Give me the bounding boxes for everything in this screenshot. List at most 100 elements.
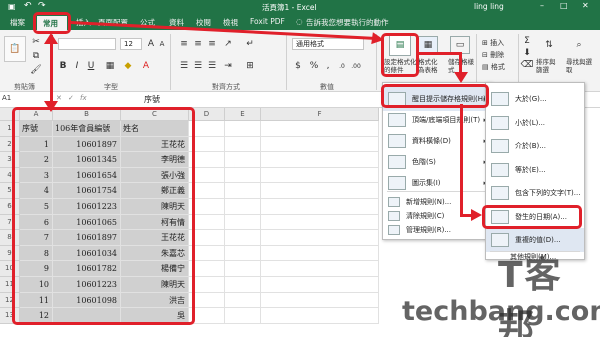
- cond-menu-bottom-item[interactable]: 新增規則(N)...: [383, 195, 491, 209]
- name-box[interactable]: A1: [2, 94, 42, 106]
- save-icon[interactable]: ▣: [8, 2, 16, 11]
- tell-me-box[interactable]: 告訴我您想要執行的動作: [306, 17, 389, 28]
- column-header-e[interactable]: E: [225, 108, 261, 121]
- table-cell[interactable]: [261, 261, 379, 277]
- submenu-item[interactable]: 小於(L)...: [486, 111, 584, 135]
- menu-item-label: 圖示集(I): [412, 179, 441, 187]
- paste-icon[interactable]: 📋: [4, 36, 26, 62]
- sort-filter-icon[interactable]: ⇅: [540, 36, 558, 54]
- table-header-cell[interactable]: [225, 121, 261, 137]
- table-cell[interactable]: [261, 277, 379, 293]
- indent-icon[interactable]: ⇥: [222, 60, 234, 72]
- tab-review[interactable]: 校閱: [196, 17, 211, 28]
- menu-divider: [387, 191, 487, 192]
- align-bottom-icon[interactable]: ≡: [206, 38, 218, 50]
- copy-icon[interactable]: ⧉: [30, 50, 42, 62]
- table-cell[interactable]: [261, 152, 379, 168]
- percent-icon[interactable]: %: [308, 60, 320, 72]
- formula-input[interactable]: 序號: [144, 94, 160, 105]
- table-cell[interactable]: [261, 230, 379, 246]
- close-icon[interactable]: ✕: [582, 1, 589, 10]
- clear-icon[interactable]: ⌫: [521, 60, 534, 70]
- border-icon[interactable]: ▦: [104, 60, 116, 72]
- cond-menu-bottom-item[interactable]: 管理規則(R)...: [383, 223, 491, 237]
- table-cell[interactable]: [225, 152, 261, 168]
- submenu-item[interactable]: 介於(B)...: [486, 134, 584, 158]
- shrink-font-icon[interactable]: A: [157, 38, 167, 50]
- format-as-table-label[interactable]: 格式化為表格: [418, 58, 442, 74]
- table-cell[interactable]: [261, 136, 379, 153]
- table-cell[interactable]: [225, 292, 261, 309]
- table-cell[interactable]: [225, 261, 261, 277]
- merge-center-icon[interactable]: ⊞: [244, 60, 256, 72]
- comma-icon[interactable]: ,: [322, 60, 334, 72]
- find-select-icon[interactable]: ⌕: [570, 36, 588, 54]
- table-cell[interactable]: [225, 214, 261, 231]
- number-format-value: 通用格式: [296, 40, 324, 48]
- sort-filter-label[interactable]: 排序與篩選: [536, 58, 560, 74]
- column-header-f[interactable]: F: [261, 108, 379, 121]
- cut-icon[interactable]: ✂: [30, 36, 42, 48]
- font-size-value: 12: [124, 40, 133, 48]
- fill-color-icon[interactable]: ◆: [122, 60, 134, 72]
- arrow-line: [460, 104, 463, 216]
- table-cell[interactable]: [261, 245, 379, 262]
- table-cell[interactable]: [261, 308, 379, 324]
- autosum-icon[interactable]: Σ: [522, 36, 532, 46]
- table-cell[interactable]: [225, 136, 261, 153]
- bold-icon[interactable]: B: [58, 60, 68, 72]
- fill-icon[interactable]: ⬇: [522, 48, 532, 58]
- font-size-box[interactable]: 12: [120, 38, 142, 50]
- table-cell[interactable]: [261, 214, 379, 231]
- menu-item-icon: [388, 225, 400, 235]
- submenu-item[interactable]: 等於(E)...: [486, 158, 584, 182]
- tab-view[interactable]: 檢視: [223, 17, 238, 28]
- wrap-text-icon[interactable]: ↵: [244, 38, 256, 50]
- increase-decimal-icon[interactable]: .0: [336, 60, 348, 72]
- table-cell[interactable]: [261, 183, 379, 199]
- maximize-icon[interactable]: □: [560, 1, 568, 10]
- align-center-icon[interactable]: ☰: [192, 60, 204, 72]
- undo-icon[interactable]: ↶: [24, 1, 32, 11]
- enter-formula-icon[interactable]: ✓: [68, 94, 74, 102]
- table-cell[interactable]: [261, 199, 379, 215]
- insert-function-icon[interactable]: fx: [80, 94, 87, 102]
- currency-icon[interactable]: $: [292, 60, 304, 72]
- table-cell[interactable]: [225, 230, 261, 246]
- table-cell[interactable]: [261, 292, 379, 309]
- table-cell[interactable]: [261, 167, 379, 184]
- tab-file[interactable]: 檔案: [10, 17, 25, 28]
- submenu-item[interactable]: 包含下列的文字(T)...: [486, 181, 584, 205]
- number-format-box[interactable]: 通用格式: [292, 38, 364, 50]
- format-cells-button[interactable]: ▤ 格式: [482, 62, 505, 72]
- menu-item-icon: [388, 155, 406, 169]
- table-cell[interactable]: [225, 199, 261, 215]
- tab-foxit[interactable]: Foxit PDF: [250, 17, 285, 26]
- font-name-box[interactable]: [58, 38, 116, 50]
- align-right-icon[interactable]: ☰: [206, 60, 218, 72]
- format-painter-icon[interactable]: 🖌: [30, 64, 42, 76]
- italic-icon[interactable]: I: [72, 60, 82, 72]
- table-cell[interactable]: [225, 167, 261, 184]
- table-header-cell[interactable]: [261, 121, 379, 137]
- delete-cells-button[interactable]: ⊟ 刪除: [482, 50, 504, 60]
- table-cell[interactable]: [225, 277, 261, 293]
- table-cell[interactable]: [225, 245, 261, 262]
- decrease-decimal-icon[interactable]: .00: [350, 60, 362, 72]
- group-label-clipboard: 剪貼簿: [14, 83, 35, 91]
- table-cell[interactable]: [225, 308, 261, 324]
- redo-icon[interactable]: ↷: [38, 1, 46, 11]
- table-cell[interactable]: [225, 183, 261, 199]
- underline-icon[interactable]: U: [86, 60, 96, 72]
- user-name[interactable]: ling ling: [474, 2, 504, 11]
- align-left-icon[interactable]: ☰: [178, 60, 190, 72]
- font-color-icon[interactable]: A: [140, 60, 152, 72]
- submenu-item[interactable]: 大於(G)...: [486, 87, 584, 111]
- orientation-icon[interactable]: ↗: [222, 38, 234, 50]
- minimize-icon[interactable]: –: [540, 1, 544, 10]
- align-top-icon[interactable]: ≡: [178, 38, 190, 50]
- insert-cells-button[interactable]: ⊞ 插入: [482, 38, 504, 48]
- grow-font-icon[interactable]: A: [146, 38, 156, 50]
- align-middle-icon[interactable]: ≡: [192, 38, 204, 50]
- find-select-label[interactable]: 尋找與選取: [566, 58, 592, 74]
